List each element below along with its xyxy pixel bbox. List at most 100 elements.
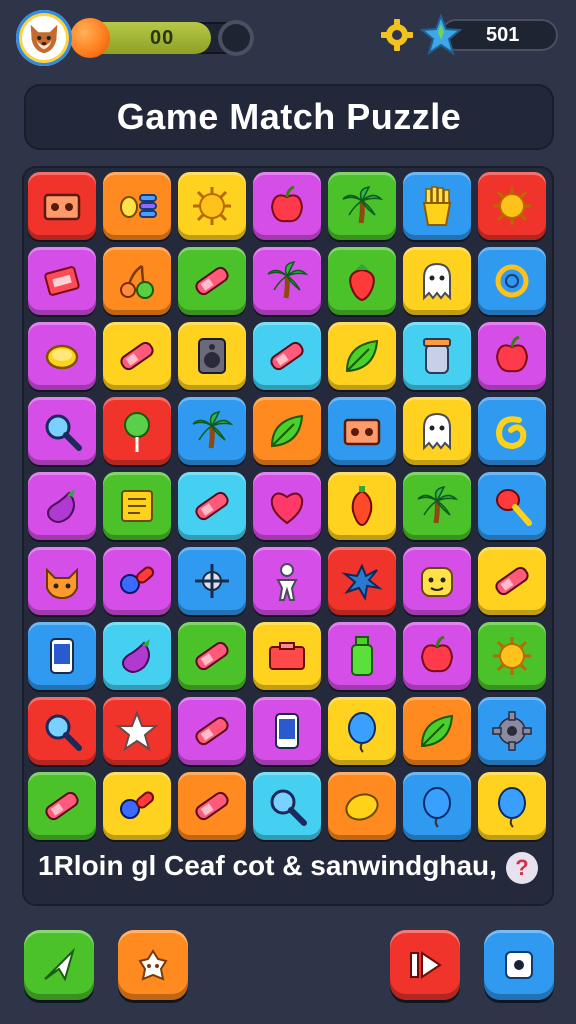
play-button[interactable] [24, 930, 94, 1000]
sun-icon [193, 187, 231, 225]
tile-apple[interactable] [478, 322, 546, 390]
fruit-stack-icon [120, 194, 157, 218]
lollipop-icon [124, 412, 150, 452]
tile-satellite[interactable] [178, 547, 246, 615]
tile-fruit-stack[interactable] [103, 172, 171, 240]
game-title: Game Match Puzzle [116, 96, 462, 137]
tile-balloon[interactable] [328, 697, 396, 765]
tile-sun[interactable] [478, 172, 546, 240]
tile-magnifier[interactable] [28, 697, 96, 765]
tile-candy-bar[interactable] [28, 772, 96, 840]
tile-magnifier[interactable] [28, 397, 96, 465]
next-button[interactable] [390, 930, 460, 1000]
tile-candy-bar[interactable] [178, 772, 246, 840]
tile-berries[interactable] [103, 547, 171, 615]
magnifier-icon [45, 714, 82, 751]
fox-face-icon [30, 24, 58, 54]
tile-star[interactable] [103, 697, 171, 765]
tile-fries[interactable] [403, 172, 471, 240]
tile-palm-tree[interactable] [178, 397, 246, 465]
tile-phone[interactable] [28, 622, 96, 690]
character-button[interactable] [118, 930, 188, 1000]
tile-candy-bar[interactable] [478, 547, 546, 615]
settings-button[interactable] [484, 930, 554, 1000]
candy-bar-icon [45, 791, 79, 821]
box-icon [269, 642, 305, 670]
board-caption: 1Rloin gl Ceaf cot & sanwindghau, [38, 850, 497, 881]
tile-bottle[interactable] [328, 622, 396, 690]
tile-pepper[interactable] [328, 472, 396, 540]
candy-bar-icon [195, 716, 229, 746]
tile-book[interactable] [103, 472, 171, 540]
balloon-icon [498, 787, 526, 828]
tile-coin[interactable] [28, 322, 96, 390]
character-icon [138, 949, 168, 981]
tile-candy-bar[interactable] [178, 622, 246, 690]
tile-candy-bar[interactable] [178, 697, 246, 765]
tile-apple[interactable] [403, 622, 471, 690]
candy-bar-icon [195, 791, 229, 821]
tile-ring[interactable] [478, 247, 546, 315]
next-icon [410, 951, 442, 979]
tile-person[interactable] [253, 547, 321, 615]
tile-swirl[interactable] [478, 397, 546, 465]
stop-icon [505, 951, 533, 979]
xp-value: 00 [150, 27, 175, 49]
tile-heart[interactable] [253, 472, 321, 540]
tile-candy-box[interactable] [28, 247, 96, 315]
tile-racket[interactable] [478, 472, 546, 540]
tile-lemon[interactable] [328, 772, 396, 840]
tile-ghost[interactable] [403, 247, 471, 315]
tile-palm-tree[interactable] [403, 472, 471, 540]
tile-eggplant[interactable] [103, 622, 171, 690]
tile-candy-bar[interactable] [103, 322, 171, 390]
tile-eggplant[interactable] [28, 472, 96, 540]
game-board: 1Rloin gl Ceaf cot & sanwindghau, ? [22, 166, 554, 906]
tile-balloon[interactable] [478, 772, 546, 840]
tile-leaf[interactable] [253, 397, 321, 465]
eggplant-icon [47, 489, 75, 523]
tile-sun[interactable] [478, 622, 546, 690]
tile-splash[interactable] [328, 547, 396, 615]
tile-cherries[interactable] [103, 247, 171, 315]
help-button[interactable]: ? [506, 852, 538, 884]
tile-phone[interactable] [253, 697, 321, 765]
cat-icon [46, 567, 78, 600]
tile-jar[interactable] [403, 322, 471, 390]
tile-candy-bar[interactable] [178, 247, 246, 315]
tile-strawberry[interactable] [328, 247, 396, 315]
tile-candy-bar[interactable] [178, 472, 246, 540]
tile-leaf[interactable] [328, 322, 396, 390]
tile-ghost[interactable] [403, 397, 471, 465]
tile-speaker[interactable] [178, 322, 246, 390]
arrow-icon [44, 947, 76, 982]
star-gem-icon [420, 14, 462, 56]
tile-berries[interactable] [103, 772, 171, 840]
player-avatar[interactable] [16, 10, 72, 66]
tile-leaf[interactable] [403, 697, 471, 765]
tile-cat[interactable] [28, 547, 96, 615]
fries-icon [422, 186, 452, 226]
apple-icon [495, 335, 529, 373]
tile-palm-tree[interactable] [328, 172, 396, 240]
tile-gear[interactable] [478, 697, 546, 765]
palm-tree-icon [342, 186, 384, 224]
ring-icon [495, 264, 529, 298]
tile-lollipop[interactable] [103, 397, 171, 465]
tile-apple[interactable] [253, 172, 321, 240]
candy-bar-icon [495, 566, 529, 596]
title-panel: Game Match Puzzle [24, 84, 554, 150]
tile-face[interactable] [403, 547, 471, 615]
settings-gear-icon[interactable] [380, 18, 414, 52]
tile-box[interactable] [253, 622, 321, 690]
tile-balloon[interactable] [403, 772, 471, 840]
tile-magnifier[interactable] [253, 772, 321, 840]
ghost-icon [423, 262, 451, 301]
tile-palm-tree[interactable] [253, 247, 321, 315]
tile-candy-bar[interactable] [253, 322, 321, 390]
tile-radio[interactable] [328, 397, 396, 465]
phone-icon [275, 713, 299, 749]
leaf-icon [270, 414, 304, 448]
tile-sun[interactable] [178, 172, 246, 240]
tile-radio[interactable] [28, 172, 96, 240]
